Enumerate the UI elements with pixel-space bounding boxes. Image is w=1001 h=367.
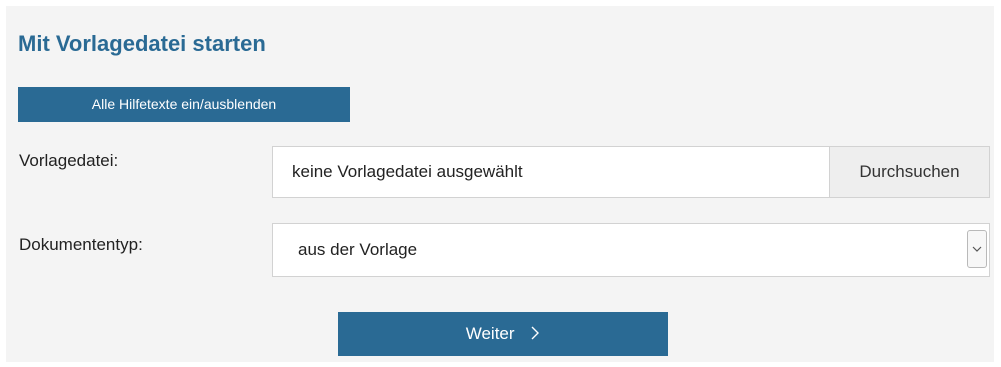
toggle-help-texts-button[interactable]: Alle Hilfetexte ein/ausblenden: [18, 87, 350, 122]
template-file-field[interactable]: keine Vorlagedatei ausgewählt Durchsuche…: [272, 146, 990, 198]
template-file-value: keine Vorlagedatei ausgewählt: [292, 162, 523, 181]
browse-button[interactable]: Durchsuchen: [829, 147, 989, 197]
next-button-label: Weiter: [465, 324, 515, 343]
page-title: Mit Vorlagedatei starten: [18, 31, 266, 56]
document-type-selected-value: aus der Vorlage: [298, 240, 418, 259]
start-with-template-panel: Mit Vorlagedatei starten Alle Hilfetexte…: [6, 6, 994, 362]
document-type-label: Dokumententyp:: [19, 235, 143, 254]
chevron-down-icon[interactable]: [967, 230, 987, 268]
template-file-label: Vorlagedatei:: [19, 151, 119, 170]
chevron-right-icon: [531, 313, 540, 357]
document-type-select[interactable]: aus der Vorlage: [272, 223, 990, 277]
next-button[interactable]: Weiter: [338, 312, 668, 356]
